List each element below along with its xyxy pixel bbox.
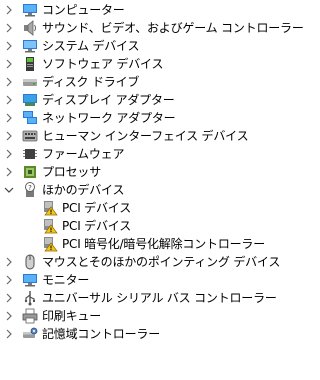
computer-icon <box>23 4 37 17</box>
tree-item-label: ソフトウェア デバイス <box>42 57 164 71</box>
tree-item-display-adapters[interactable]: ディスプレイ アダプター <box>0 91 262 109</box>
mouse-icon <box>25 254 35 270</box>
chevron-right-icon[interactable] <box>4 91 14 109</box>
chevron-right-icon[interactable] <box>4 73 14 91</box>
tree-item-label: ネットワーク アダプター <box>42 111 176 125</box>
printer-icon <box>22 308 38 324</box>
firmware-icon <box>23 149 37 159</box>
tree-subitem-pci-device[interactable]: PCI デバイス <box>0 217 262 235</box>
warning-device-icon <box>44 201 58 216</box>
tree-item-mice[interactable]: マウスとそのほかのポインティング デバイス <box>0 253 280 271</box>
chevron-right-icon[interactable] <box>4 55 14 73</box>
chevron-right-icon[interactable] <box>4 289 14 307</box>
tree-item-storage-controllers[interactable]: 記憶域コントローラー <box>0 325 262 343</box>
chevron-right-icon[interactable] <box>4 163 14 181</box>
disk-drive-icon <box>23 79 37 86</box>
tree-item-hid[interactable]: ヒューマン インターフェイス デバイス <box>0 127 262 145</box>
chevron-right-icon[interactable] <box>4 145 14 163</box>
hid-icon <box>22 130 38 142</box>
tree-item-label: システム デバイス <box>42 39 140 53</box>
svg-text:?: ? <box>28 184 32 192</box>
unknown-device-icon: ? <box>25 182 35 197</box>
tree-item-label: モニター <box>42 273 90 287</box>
chevron-right-icon[interactable] <box>4 253 14 271</box>
warning-device-icon <box>44 219 58 234</box>
tree-item-firmware[interactable]: ファームウェア <box>0 145 262 163</box>
device-tree: コンピューター サウンド、ビデオ、およびゲーム コントローラー システム デバイ… <box>0 1 304 380</box>
chevron-right-icon[interactable] <box>4 325 14 343</box>
display-adapter-icon <box>23 94 37 106</box>
chevron-right-icon[interactable] <box>4 1 14 19</box>
chevron-right-icon[interactable] <box>4 127 14 145</box>
processor-icon <box>24 166 36 178</box>
tree-item-network-adapters[interactable]: ネットワーク アダプター <box>0 109 262 127</box>
monitor-icon <box>23 274 37 287</box>
tree-item-label: PCI デバイス <box>62 219 132 233</box>
chevron-down-icon[interactable] <box>4 181 14 199</box>
tree-item-label: マウスとそのほかのポインティング デバイス <box>42 255 281 269</box>
system-devices-icon <box>23 40 37 53</box>
tree-item-label: PCI デバイス <box>62 201 132 215</box>
tree-item-monitors[interactable]: モニター <box>0 271 262 289</box>
chevron-right-icon[interactable] <box>4 271 14 289</box>
tree-item-other-devices[interactable]: ? ほかのデバイス <box>0 181 262 199</box>
warning-device-icon <box>44 237 58 252</box>
speaker-icon <box>24 20 36 36</box>
tree-item-label: PCI 暗号化/暗号化解除コントローラー <box>62 237 266 251</box>
tree-item-label: プロセッサ <box>42 165 102 179</box>
tree-item-usb-controllers[interactable]: ユニバーサル シリアル バス コントローラー <box>0 289 277 307</box>
tree-subitem-pci-device[interactable]: PCI デバイス <box>0 199 262 217</box>
tree-item-label: サウンド、ビデオ、およびゲーム コントローラー <box>42 21 304 35</box>
tree-item-disk-drives[interactable]: ディスク ドライブ <box>0 73 262 91</box>
chevron-right-icon[interactable] <box>4 109 14 127</box>
tree-item-processors[interactable]: プロセッサ <box>0 163 262 181</box>
tree-item-label: ディスク ドライブ <box>42 75 140 89</box>
tree-item-label: ヒューマン インターフェイス デバイス <box>42 129 249 143</box>
chevron-right-icon[interactable] <box>4 307 14 325</box>
tree-item-label: ほかのデバイス <box>42 183 125 197</box>
tree-item-system-devices[interactable]: システム デバイス <box>0 37 262 55</box>
tree-item-label: 印刷キュー <box>42 309 102 323</box>
tree-item-label: コンピューター <box>42 3 125 17</box>
chevron-right-icon[interactable] <box>4 37 14 55</box>
usb-icon <box>24 291 35 306</box>
tree-item-label: 記憶域コントローラー <box>42 327 161 341</box>
tree-item-software-devices[interactable]: ソフトウェア デバイス <box>0 55 262 73</box>
tree-item-label: ファームウェア <box>42 147 125 161</box>
tree-item-label: ユニバーサル シリアル バス コントローラー <box>42 291 277 305</box>
tree-item-sound[interactable]: サウンド、ビデオ、およびゲーム コントローラー <box>0 19 304 37</box>
chevron-right-icon[interactable] <box>4 19 14 37</box>
tree-item-label: ディスプレイ アダプター <box>42 93 175 107</box>
tree-item-computer[interactable]: コンピューター <box>0 1 262 19</box>
tree-item-print-queues[interactable]: 印刷キュー <box>0 307 262 325</box>
tree-subitem-pci-encryption-controller[interactable]: PCI 暗号化/暗号化解除コントローラー <box>0 235 266 253</box>
storage-controller-icon <box>23 327 38 338</box>
network-adapter-icon <box>23 111 37 124</box>
software-device-icon <box>26 57 34 71</box>
